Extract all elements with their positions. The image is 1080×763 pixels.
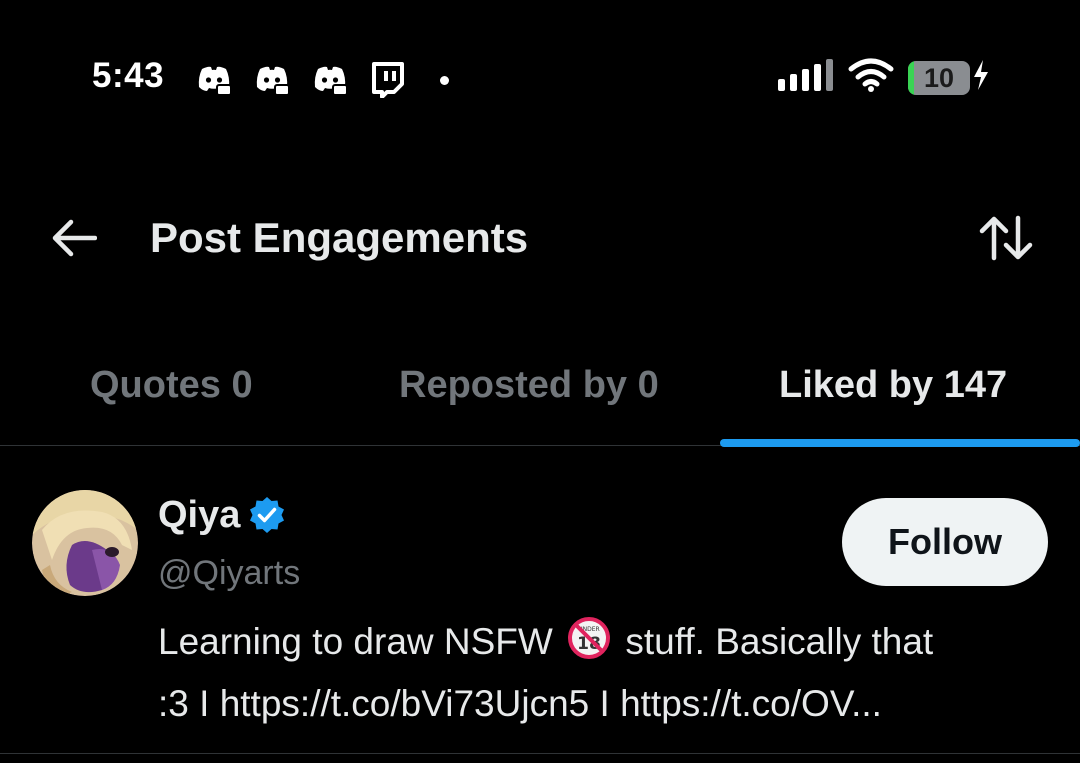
back-button[interactable] [48, 212, 100, 264]
page-title: Post Engagements [150, 214, 529, 261]
discord-icon [254, 65, 290, 95]
status-time: 5:43 [92, 56, 165, 95]
verified-badge-icon [250, 497, 285, 533]
user-bio: Learning to draw NSFW UNDER 18 stuff. Bas… [158, 614, 1058, 732]
twitch-icon [370, 62, 404, 98]
user-display-name[interactable]: Qiya [158, 490, 286, 540]
bio-line-2[interactable]: :3 I https://t.co/bVi73Ujcn5 I https://t… [158, 676, 1058, 732]
user-cell[interactable]: Qiya @Qiyarts Follow Learning to draw NS… [0, 446, 1080, 754]
avatar[interactable] [32, 490, 138, 596]
display-name-text: Qiya [158, 494, 241, 536]
notification-icons [196, 62, 449, 98]
sort-arrows-icon [979, 215, 1033, 261]
system-icons: 10 [778, 58, 990, 97]
user-handle: @Qiyarts [158, 554, 301, 592]
tab-liked-by[interactable]: Liked by 147 [779, 358, 1007, 412]
tab-quotes[interactable]: Quotes 0 [90, 358, 253, 412]
discord-icon [196, 65, 232, 95]
more-notifications-dot [440, 75, 449, 85]
bio-text-start: Learning to draw NSFW [158, 621, 553, 662]
bio-text-end: stuff. Basically that [625, 621, 934, 662]
battery-percent: 10 [923, 62, 955, 93]
follow-button[interactable]: Follow [842, 498, 1048, 586]
discord-icon [312, 65, 348, 95]
engagement-tabs: Quotes 0 Reposted by 0 Liked by 147 [0, 340, 1080, 447]
bio-line-1: Learning to draw NSFW UNDER 18 stuff. Bas… [158, 614, 1058, 676]
tab-reposted-by[interactable]: Reposted by 0 [399, 358, 659, 412]
no-one-under-18-icon: UNDER 18 [567, 616, 611, 676]
battery-indicator: 10 [908, 60, 990, 95]
sort-button[interactable] [976, 210, 1036, 266]
signal-icon [778, 59, 834, 96]
arrow-left-icon [52, 219, 97, 257]
battery-icon: 10 [908, 60, 970, 95]
charging-bolt-icon [972, 60, 990, 95]
wifi-icon [848, 58, 894, 97]
status-bar: 5:43 10 [0, 0, 1080, 150]
top-app-bar: Post Engagements [0, 190, 1080, 285]
